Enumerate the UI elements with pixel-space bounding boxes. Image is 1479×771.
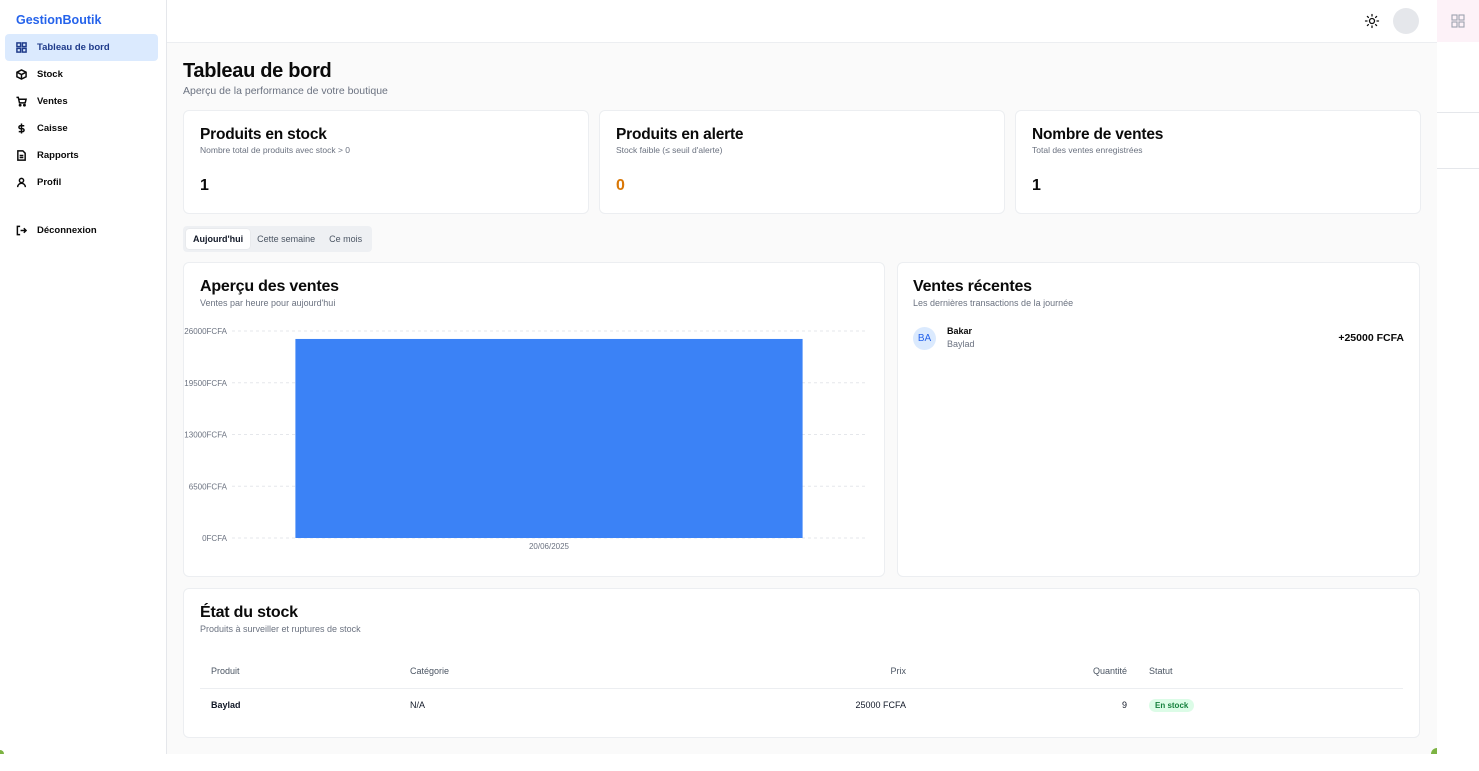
recent-subtitle: Les dernières transactions de la journée xyxy=(913,298,1074,308)
customer-avatar: BA xyxy=(913,326,936,350)
column-header-categorie[interactable]: Catégorie xyxy=(399,655,599,689)
sidebar-item-dashboard[interactable]: Tableau de bord xyxy=(5,34,158,61)
package-icon xyxy=(15,69,27,81)
sidebar-item-label: Ventes xyxy=(37,96,68,107)
sidebar-item-ventes[interactable]: Ventes xyxy=(5,88,158,115)
stat-description: Total des ventes enregistrées xyxy=(1032,145,1143,155)
chart-subtitle: Ventes par heure pour aujourd'hui xyxy=(200,298,336,308)
tab-cette-semaine[interactable]: Cette semaine xyxy=(250,229,322,249)
column-header-prix[interactable]: Prix xyxy=(599,655,917,689)
stat-description: Nombre total de produits avec stock > 0 xyxy=(200,145,351,155)
table-header-row: Produit Catégorie Prix Quantité Statut xyxy=(200,655,1403,689)
stat-description: Stock faible (≤ seuil d'alerte) xyxy=(616,145,723,155)
cell-quantite: 9 xyxy=(1121,700,1127,711)
column-header-statut[interactable]: Statut xyxy=(1138,655,1403,689)
charts-row: Aperçu des ventes Ventes par heure pour … xyxy=(183,262,1421,577)
sidebar-item-label: Stock xyxy=(37,69,63,80)
corner-marker xyxy=(1431,748,1437,754)
cell-statut: En stock xyxy=(1138,688,1403,722)
customer-name: Bakar xyxy=(947,326,973,336)
table-row[interactable]: Baylad N/A 25000 FCFA 9 En stock xyxy=(200,688,1403,722)
page-subtitle: Aperçu de la performance de votre boutiq… xyxy=(183,85,388,97)
sales-chart-card: Aperçu des ventes Ventes par heure pour … xyxy=(183,262,885,577)
chart-title: Aperçu des ventes xyxy=(200,278,339,295)
stat-cards: Produits en stock Nombre total de produi… xyxy=(183,110,1421,214)
stat-card-ventes: Nombre de ventes Total des ventes enregi… xyxy=(1015,110,1421,214)
panel-divider xyxy=(1437,168,1479,169)
logout-icon xyxy=(15,225,27,237)
user-avatar[interactable] xyxy=(1393,8,1419,34)
tab-ce-mois[interactable]: Ce mois xyxy=(322,229,369,249)
dashboard-content: Tableau de bord Aperçu de la performance… xyxy=(167,43,1437,738)
sidebar: GestionBoutik Tableau de bord Stock Vent… xyxy=(0,0,167,754)
column-header-quantite[interactable]: Quantité xyxy=(917,655,1138,689)
stat-title: Produits en alerte xyxy=(616,126,744,143)
cart-icon xyxy=(15,96,27,108)
y-tick-label: 13000FCFA xyxy=(184,431,227,440)
stat-value: 1 xyxy=(1032,177,1041,194)
stock-title: État du stock xyxy=(200,604,298,621)
sidebar-item-label: Caisse xyxy=(37,123,68,134)
x-tick-label: 20/06/2025 xyxy=(529,542,570,551)
cell-prix: 25000 FCFA xyxy=(855,700,906,711)
y-tick-label: 26000FCFA xyxy=(184,327,227,336)
cell-categorie: N/A xyxy=(410,700,426,711)
logout-label: Déconnexion xyxy=(37,225,97,236)
stat-title: Produits en stock xyxy=(200,126,327,143)
dollar-icon xyxy=(15,123,27,135)
sidebar-item-label: Tableau de bord xyxy=(37,42,110,53)
period-tabs: Aujourd'hui Cette semaine Ce mois xyxy=(183,226,373,252)
y-tick-label: 0FCFA xyxy=(202,534,228,543)
main-area: Tableau de bord Aperçu de la performance… xyxy=(167,0,1437,754)
stat-value: 0 xyxy=(616,177,625,194)
sidebar-item-label: Rapports xyxy=(37,150,79,161)
top-bar xyxy=(167,0,1437,43)
recent-sale-info: Bakar Baylad xyxy=(947,325,1338,351)
right-side-panel xyxy=(1437,0,1479,771)
brand-logo[interactable]: GestionBoutik xyxy=(5,12,158,28)
file-icon xyxy=(15,150,27,162)
product-name: Baylad xyxy=(947,339,975,349)
recent-sale-item[interactable]: BA Bakar Baylad +25000 FCFA xyxy=(913,325,1404,351)
sales-bar-chart: 26000FCFA 19500FCFA 13000FCFA 6500FCFA 0FCFA… xyxy=(184,327,866,551)
sidebar-item-caisse[interactable]: Caisse xyxy=(5,115,158,142)
app-shell: GestionBoutik Tableau de bord Stock Vent… xyxy=(0,0,1437,754)
dashboard-icon xyxy=(15,42,27,54)
tab-aujourdhui[interactable]: Aujourd'hui xyxy=(186,229,251,249)
sidebar-item-stock[interactable]: Stock xyxy=(5,61,158,88)
recent-sales-card: Ventes récentes Les dernières transactio… xyxy=(897,262,1420,577)
sidebar-item-rapports[interactable]: Rapports xyxy=(5,142,158,169)
logout-button[interactable]: Déconnexion xyxy=(5,217,158,244)
stock-subtitle: Produits à surveiller et ruptures de sto… xyxy=(200,624,361,634)
column-header-produit[interactable]: Produit xyxy=(200,655,399,689)
panel-divider xyxy=(1437,112,1479,113)
panel-header xyxy=(1437,0,1479,42)
cell-produit: Baylad xyxy=(211,700,241,711)
stat-card-stock: Produits en stock Nombre total de produi… xyxy=(183,110,589,214)
stock-table: Produit Catégorie Prix Quantité Statut B… xyxy=(200,655,1403,722)
page-title: Tableau de bord xyxy=(183,60,332,82)
stat-title: Nombre de ventes xyxy=(1032,126,1164,143)
user-icon xyxy=(15,177,27,189)
recent-title: Ventes récentes xyxy=(913,278,1032,295)
sale-amount: +25000 FCFA xyxy=(1338,332,1404,344)
y-tick-label: 19500FCFA xyxy=(184,379,227,388)
stock-status-card: État du stock Produits à surveiller et r… xyxy=(183,588,1420,738)
sidebar-item-label: Profil xyxy=(37,177,62,188)
y-tick-label: 6500FCFA xyxy=(189,482,228,491)
grid-icon[interactable] xyxy=(1451,14,1465,28)
chart-bar[interactable] xyxy=(295,338,803,538)
stat-card-alerte: Produits en alerte Stock faible (≤ seuil… xyxy=(599,110,1005,214)
stat-value: 1 xyxy=(200,177,209,194)
sidebar-item-profil[interactable]: Profil xyxy=(5,169,158,196)
status-badge: En stock xyxy=(1149,698,1195,712)
theme-toggle-sun-icon[interactable] xyxy=(1364,13,1380,29)
